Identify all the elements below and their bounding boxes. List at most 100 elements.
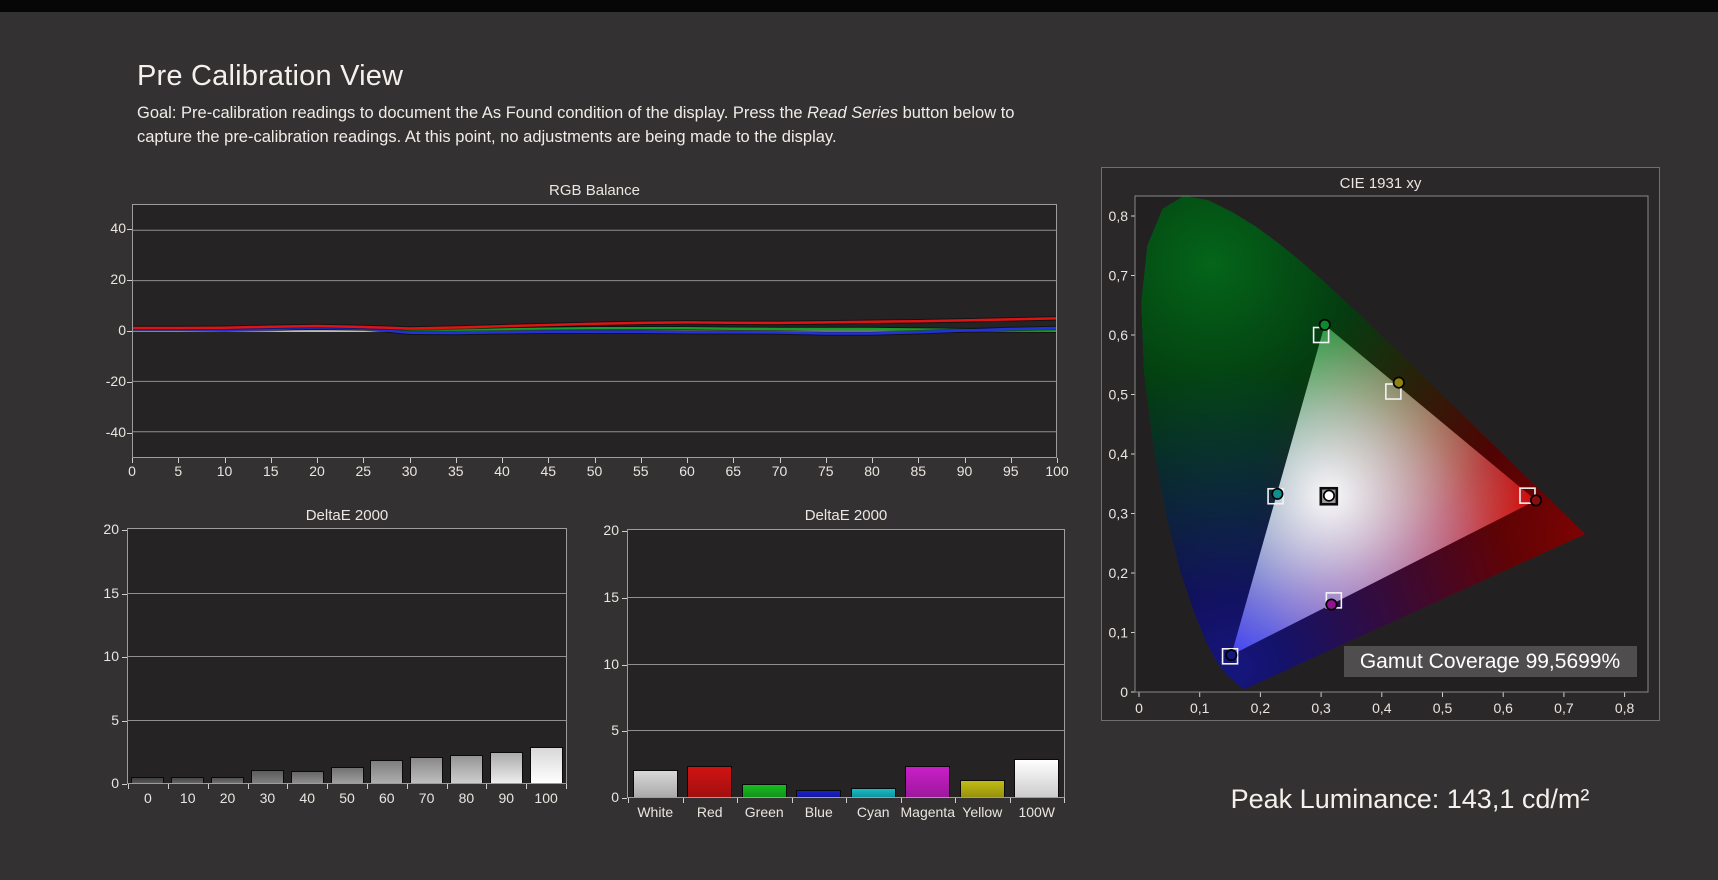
cie-x-tick-label: 0,7 [1554,700,1574,716]
deltae-bar [450,755,483,783]
deltae-x-tick-mark [248,784,249,789]
deltae-x-tick-mark [447,784,448,789]
deltae-bar [211,777,244,783]
deltae-x-tick-mark [737,798,738,803]
cie-measured-point-blue [1226,650,1236,660]
pre-calibration-view-page: Pre Calibration View Goal: Pre-calibrati… [0,0,1718,880]
deltae-x-tick-mark [901,798,902,803]
rgb-x-tick-label: 55 [621,463,661,479]
deltae-bar [291,771,324,783]
cie-x-tick-label: 0 [1135,700,1143,716]
cie-x-tick-label: 0,2 [1251,700,1271,716]
rgb-x-tick-label: 70 [760,463,800,479]
deltae-x-tick-mark [407,784,408,789]
rgb-y-tick-label: -20 [80,373,126,389]
deltae-y-tick-label: 0 [575,789,619,805]
deltae-colors-title: DeltaE 2000 [627,507,1065,524]
deltae-grayscale-title: DeltaE 2000 [127,507,567,524]
deltae-y-tick-mark [622,731,627,732]
rgb-x-tick-label: 85 [898,463,938,479]
cie-1931-title: CIE 1931 xy [1102,175,1659,192]
rgb-x-tick-label: 10 [205,463,245,479]
rgb-x-tick-label: 0 [112,463,152,479]
deltae-bar [687,766,732,797]
deltae-bar [851,788,896,797]
cie-y-tick-label: 0,6 [1109,327,1129,343]
cie-y-tick-label: 0,5 [1109,387,1129,403]
deltae-bar [1014,759,1059,797]
deltae-colors-plot [627,529,1065,798]
cie-y-tick-label: 0,1 [1109,625,1129,641]
cie-x-tick-label: 0,8 [1615,700,1635,716]
goal-read-series-italic: Read Series [807,104,898,122]
deltae-x-tick-mark [683,798,684,803]
rgb-balance-lines [133,205,1056,457]
deltae-x-tick-mark [955,798,956,803]
deltae-x-tick-mark [792,798,793,803]
cie-y-tick-label: 0,8 [1109,208,1129,224]
rgb-x-tick-label: 15 [251,463,291,479]
cie-measured-point-white [1324,490,1334,500]
deltae-y-tick-mark [622,598,627,599]
deltae-grayscale-plot [127,528,567,784]
deltae-y-tick-label: 15 [575,589,619,605]
rgb-x-tick-label: 50 [575,463,615,479]
goal-description: Goal: Pre-calibration readings to docume… [137,101,1147,149]
rgb-y-tick-label: 40 [80,220,126,236]
deltae-bar [251,770,284,783]
deltae-x-tick-mark [287,784,288,789]
deltae-y-tick-mark [122,721,127,722]
deltae-x-tick-mark [128,784,129,789]
rgb-x-tick-label: 100 [1037,463,1077,479]
rgb-x-tick-label: 35 [436,463,476,479]
deltae-y-tick-mark [622,798,627,799]
deltae-y-tick-label: 15 [75,585,119,601]
deltae-x-category-label: 100 [518,790,574,806]
deltae-bar [490,752,523,783]
deltae-y-tick-mark [622,665,627,666]
rgb-x-tick-label: 20 [297,463,337,479]
deltae-bar [633,770,678,797]
cie-measured-point-cyan [1272,489,1282,499]
peak-luminance-label: Peak Luminance: 143,1 cd/m² [1130,784,1690,815]
deltae-y-tick-label: 10 [75,648,119,664]
cie-x-tick-label: 0,6 [1493,700,1513,716]
deltae-bar [905,766,950,797]
deltae-gridline [128,720,566,721]
rgb-x-tick-label: 95 [991,463,1031,479]
goal-line1-suffix: button below to [898,104,1015,122]
deltae-x-tick-mark [1064,798,1065,803]
deltae-bar [530,747,563,783]
deltae-gridline [628,597,1064,598]
deltae-bar [960,780,1005,797]
deltae-y-tick-label: 5 [75,712,119,728]
deltae-y-tick-label: 20 [75,521,119,537]
deltae-y-tick-mark [122,784,127,785]
gamut-coverage-label: Gamut Coverage 99,5699% [1360,650,1620,673]
rgb-x-tick-label: 90 [945,463,985,479]
deltae-bar [742,784,787,797]
cie-y-tick-label: 0,7 [1109,268,1129,284]
deltae-gridline [128,656,566,657]
rgb-x-tick-label: 60 [667,463,707,479]
rgb-y-tick-mark [127,433,132,434]
deltae-gridline [628,730,1064,731]
rgb-x-tick-label: 45 [528,463,568,479]
deltae-x-tick-mark [628,798,629,803]
deltae-gridline [128,593,566,594]
deltae-bar [410,757,443,783]
cie-y-tick-label: 0,3 [1109,506,1129,522]
deltae-x-tick-mark [327,784,328,789]
rgb-y-tick-mark [127,229,132,230]
rgb-y-tick-label: -40 [80,424,126,440]
deltae-y-tick-label: 0 [75,775,119,791]
deltae-bar [370,760,403,783]
deltae-x-tick-mark [566,784,567,789]
rgb-balance-title: RGB Balance [132,182,1057,199]
deltae-x-tick-mark [846,798,847,803]
deltae-y-tick-mark [122,594,127,595]
deltae-x-tick-mark [367,784,368,789]
deltae-gridline [628,664,1064,665]
rgb-x-tick-label: 5 [158,463,198,479]
deltae-bar [171,777,204,783]
